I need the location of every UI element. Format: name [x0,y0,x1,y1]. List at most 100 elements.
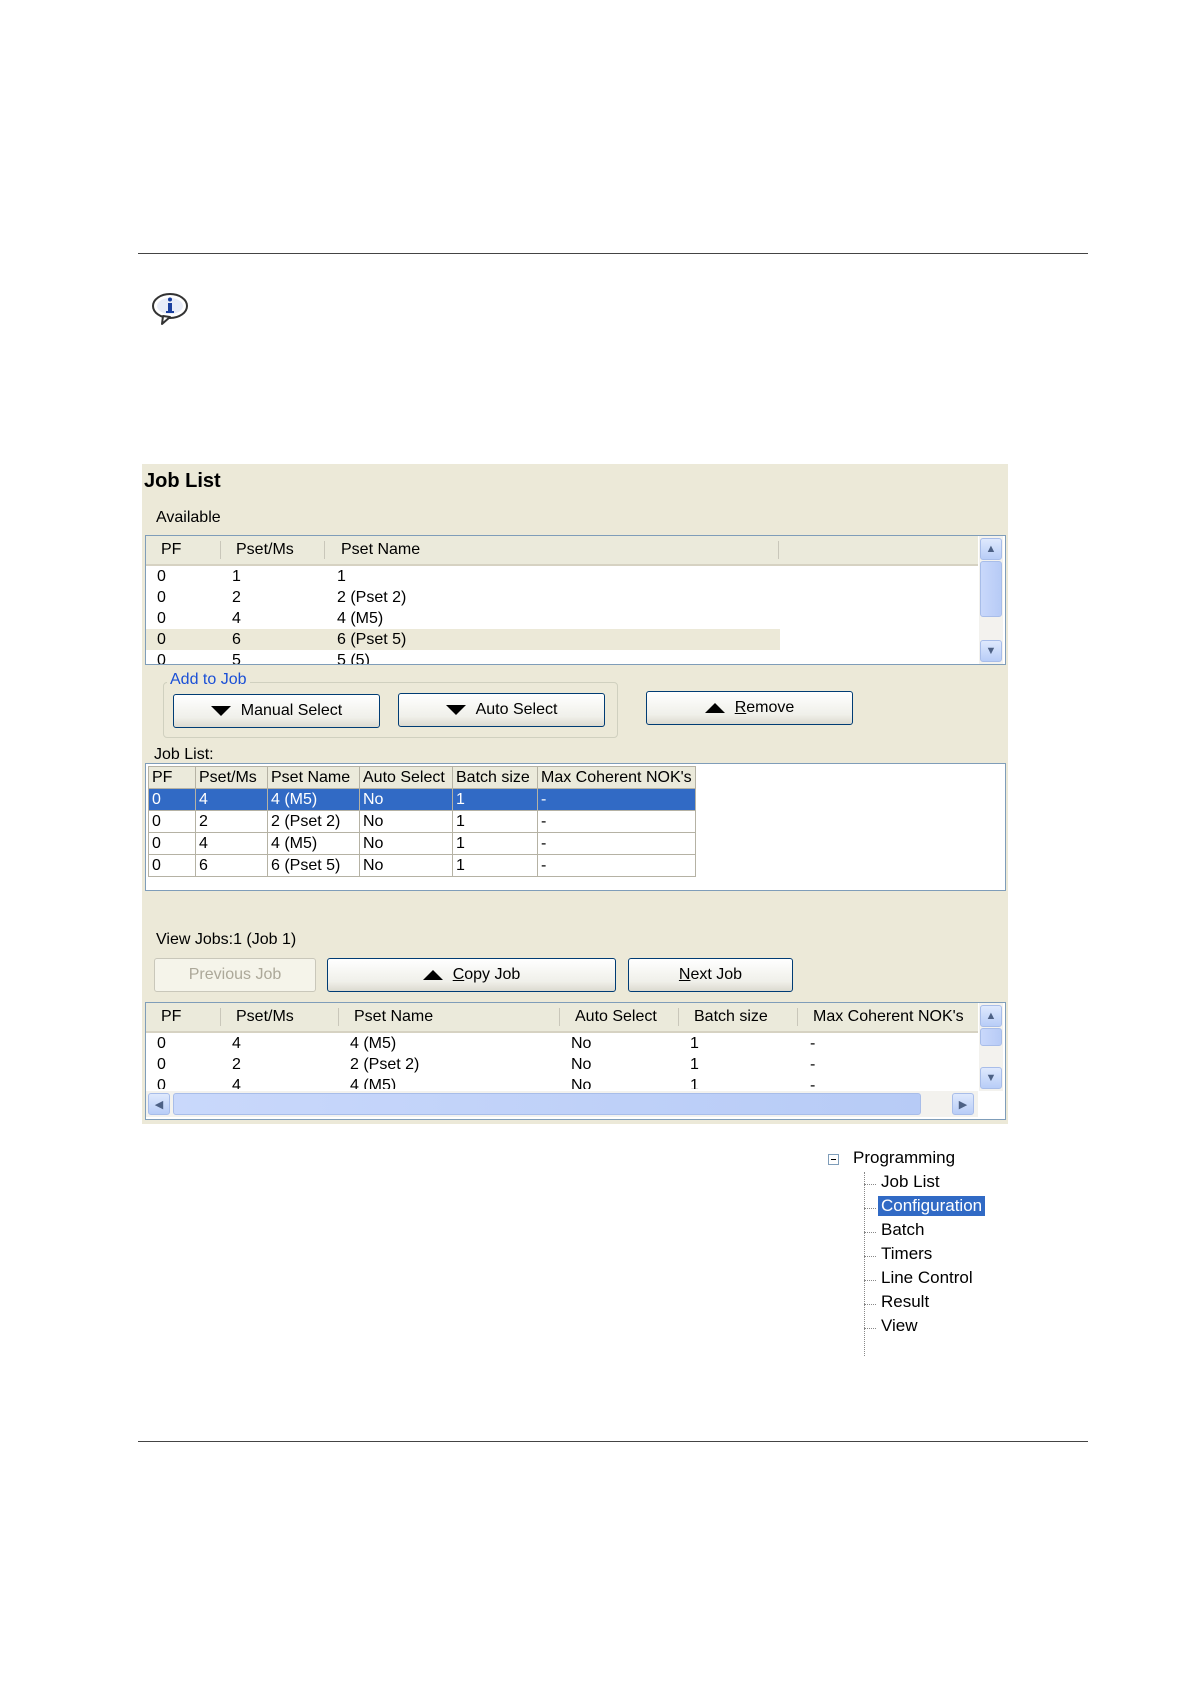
auto-select-button[interactable]: Auto Select [398,693,605,727]
add-to-job-caption: Add to Job [167,671,250,689]
column-header-auto-select[interactable]: Auto Select [575,1003,657,1031]
column-header-pset-name[interactable]: Pset Name [354,1003,433,1031]
copy-job-button[interactable]: Copy Job [327,958,616,992]
vertical-scrollbar[interactable]: ▲ ▼ [979,536,1003,664]
remove-label-rest: emove [746,699,795,716]
column-header-batch-size[interactable]: Batch size [694,1003,768,1031]
cell-pset-name[interactable]: 2 (Pset 2) [267,810,360,833]
info-icon [152,293,188,325]
tree-connector [864,1328,876,1329]
cell-pset[interactable]: 2 [195,810,268,833]
column-header-pf[interactable]: PF [161,1003,181,1031]
list-item[interactable]: 0 5 5 (5) [146,650,780,664]
list-item[interactable]: 0 4 4 (M5) No 1 - [146,1033,978,1054]
table-row[interactable]: 0 2 2 (Pset 2) No 1 - [148,810,696,833]
horizontal-scrollbar[interactable]: ◀ ▶ [146,1091,978,1117]
table-row[interactable]: 0 4 4 (M5) No 1 - [148,832,696,855]
job-list-table: PF Pset/Ms Pset Name Auto Select Batch s… [148,766,696,877]
scroll-left-icon[interactable]: ◀ [148,1093,170,1115]
column-header-auto-select[interactable]: Auto Select [359,766,453,789]
cell-batch-size[interactable]: 1 [452,810,538,833]
manual-select-button[interactable]: Manual Select [173,694,380,728]
cell-pf: 0 [157,610,166,627]
tree-item-job-list[interactable]: Job List [878,1172,943,1192]
cell-pset[interactable]: 4 [195,788,268,811]
scroll-up-icon[interactable]: ▲ [980,1005,1002,1027]
column-separator[interactable] [778,541,779,559]
remove-button[interactable]: Remove [646,691,853,725]
column-separator[interactable] [220,1008,221,1026]
column-header-max-coherent-noks[interactable]: Max Coherent NOK's [813,1003,964,1031]
cell-auto-select[interactable]: No [359,810,453,833]
available-list[interactable]: PF Pset/Ms Pset Name 0 1 1 0 2 2 (Pset 2… [145,535,1006,665]
tree-item-view[interactable]: View [878,1316,921,1336]
cell-pf[interactable]: 0 [148,854,196,877]
list-item[interactable]: 0 4 4 (M5) [146,608,780,629]
tree-item-timers[interactable]: Timers [878,1244,935,1264]
list-item-selected[interactable]: 0 6 6 (Pset 5) [146,629,780,650]
cell-pset[interactable]: 4 [195,832,268,855]
cell-max-nok[interactable]: - [537,788,696,811]
scroll-up-icon[interactable]: ▲ [980,538,1002,560]
scroll-thumb[interactable] [980,561,1002,617]
tree-item-result[interactable]: Result [878,1292,932,1312]
column-separator[interactable] [220,541,221,559]
cell-max-nok[interactable]: - [537,810,696,833]
table-row[interactable]: 0 6 6 (Pset 5) No 1 - [148,854,696,877]
cell-auto-select[interactable]: No [359,788,453,811]
cell-pf[interactable]: 0 [148,810,196,833]
cell-auto-select[interactable]: No [359,854,453,877]
column-header-pf[interactable]: PF [148,766,196,789]
column-header-pset-ms[interactable]: Pset/Ms [195,766,268,789]
view-jobs-label: View Jobs:1 (Job 1) [156,931,297,948]
list-item[interactable]: 0 1 1 [146,566,780,587]
table-row-selected[interactable]: 0 4 4 (M5) No 1 - [148,788,696,811]
cell-pf[interactable]: 0 [148,788,196,811]
next-job-button[interactable]: Next Job [628,958,793,992]
job-view-list[interactable]: PF Pset/Ms Pset Name Auto Select Batch s… [145,1002,1006,1120]
column-header-pset-ms[interactable]: Pset/Ms [236,1003,294,1031]
column-separator[interactable] [678,1008,679,1026]
column-header-pset-name[interactable]: Pset Name [341,536,420,564]
column-separator[interactable] [324,541,325,559]
column-header-pset-ms[interactable]: Pset/Ms [236,536,294,564]
column-separator[interactable] [797,1008,798,1026]
scroll-down-icon[interactable]: ▼ [980,640,1002,662]
cell-max-nok[interactable]: - [537,854,696,877]
cell-auto-select[interactable]: No [359,832,453,855]
vertical-scrollbar[interactable]: ▲ ▼ [979,1003,1003,1091]
list-item[interactable]: 0 2 2 (Pset 2) No 1 - [146,1054,978,1075]
cell-batch-size[interactable]: 1 [452,854,538,877]
column-header-pf[interactable]: PF [161,536,181,564]
list-item[interactable]: 0 4 4 (M5) No 1 - [146,1075,978,1089]
column-header-pset-name[interactable]: Pset Name [267,766,360,789]
scroll-down-icon[interactable]: ▼ [980,1067,1002,1089]
cell-pset: 2 [232,589,241,606]
job-list-grid[interactable]: PF Pset/Ms Pset Name Auto Select Batch s… [145,763,1006,891]
cell-batch-size[interactable]: 1 [452,832,538,855]
cell-pset-name[interactable]: 4 (M5) [267,832,360,855]
column-header-max-coherent-noks[interactable]: Max Coherent NOK's [537,766,696,789]
collapse-icon[interactable] [828,1154,839,1165]
cell-pset-name[interactable]: 6 (Pset 5) [267,854,360,877]
cell-pset-name[interactable]: 4 (M5) [267,788,360,811]
column-separator[interactable] [338,1008,339,1026]
column-separator[interactable] [559,1008,560,1026]
copy-job-mnemonic: C [452,966,465,983]
cell-batch-size[interactable]: 1 [452,788,538,811]
tree-item-line-control[interactable]: Line Control [878,1268,976,1288]
cell-max-nok[interactable]: - [537,832,696,855]
cell-pf[interactable]: 0 [148,832,196,855]
scroll-thumb[interactable] [980,1028,1002,1046]
list-item[interactable]: 0 2 2 (Pset 2) [146,587,780,608]
tree-connector [864,1232,876,1233]
scroll-thumb-horizontal[interactable] [173,1093,921,1115]
tree-item-batch[interactable]: Batch [878,1220,927,1240]
previous-job-button[interactable]: Previous Job [154,958,316,992]
cell-pf: 0 [157,1056,166,1073]
scroll-right-icon[interactable]: ▶ [952,1093,974,1115]
cell-pset: 4 [232,1077,241,1089]
cell-pset[interactable]: 6 [195,854,268,877]
tree-item-configuration[interactable]: Configuration [878,1196,986,1216]
column-header-batch-size[interactable]: Batch size [452,766,538,789]
